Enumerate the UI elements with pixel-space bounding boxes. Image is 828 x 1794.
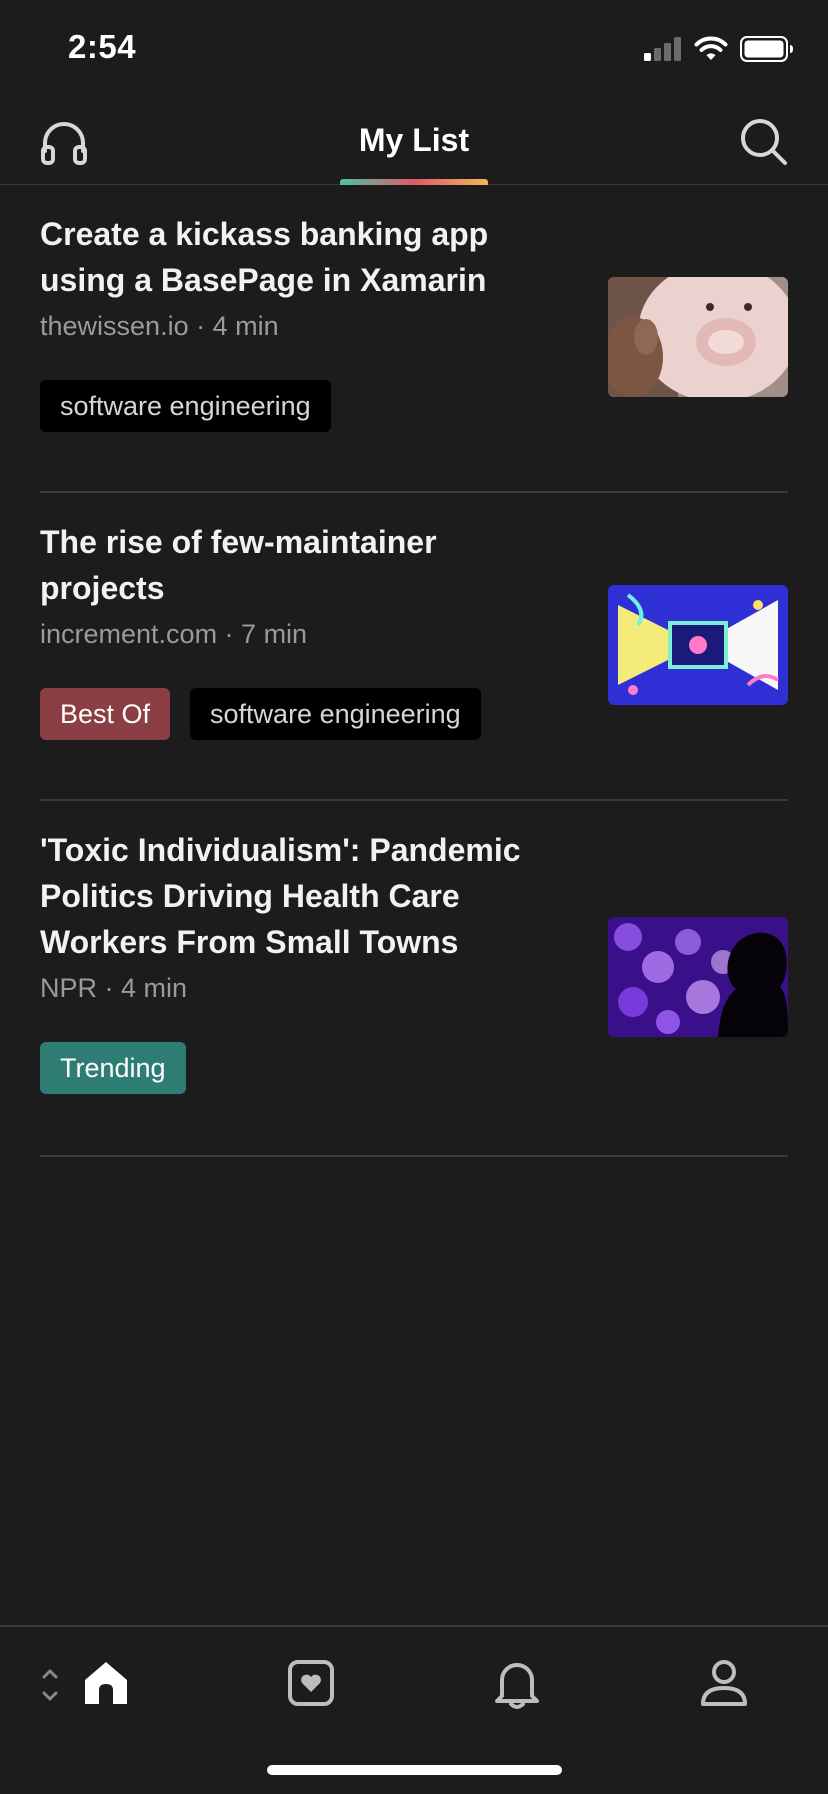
notifications-icon (495, 1663, 539, 1709)
tag-software-engineering[interactable]: software engineering (190, 688, 481, 740)
wifi-icon (694, 36, 728, 60)
list-item[interactable]: Create a kickass banking app using a Bas… (40, 185, 788, 493)
status-time: 2:54 (68, 28, 137, 65)
article-thumbnail[interactable] (608, 585, 788, 705)
piggy-bank-image (608, 277, 788, 397)
list-item[interactable]: The rise of few-maintainer projects incr… (40, 493, 788, 801)
search-icon (741, 119, 787, 165)
nav-notifications[interactable] (487, 1653, 547, 1713)
tag-list: Trending (40, 1042, 788, 1094)
article-title[interactable]: Create a kickass banking app using a Bas… (40, 211, 560, 303)
abstract-illustration-image (608, 585, 788, 705)
page-title: My List (358, 122, 470, 158)
article-title[interactable]: The rise of few-maintainer projects (40, 519, 560, 611)
profile-icon (701, 1660, 747, 1706)
home-indicator[interactable] (267, 1765, 562, 1775)
status-icons (644, 36, 794, 62)
top-bar: My List (0, 100, 828, 185)
nav-profile[interactable] (694, 1653, 754, 1713)
expand-toggle[interactable] (40, 1663, 60, 1707)
tag-trending[interactable]: Trending (40, 1042, 186, 1094)
tag-software-engineering[interactable]: software engineering (40, 380, 331, 432)
article-title[interactable]: 'Toxic Individualism': Pandemic Politics… (40, 827, 560, 965)
battery-icon (740, 36, 793, 62)
bokeh-silhouette-image (608, 917, 788, 1037)
article-thumbnail[interactable] (608, 277, 788, 397)
tag-best-of[interactable]: Best Of (40, 688, 171, 740)
nav-home[interactable] (76, 1653, 136, 1713)
status-bar: 2:54 (0, 0, 828, 100)
article-list: Create a kickass banking app using a Bas… (40, 185, 788, 1157)
cellular-signal-icon (644, 37, 681, 61)
search-button[interactable] (736, 114, 792, 170)
article-thumbnail[interactable] (608, 917, 788, 1037)
saves-icon (288, 1660, 334, 1706)
nav-saves[interactable] (281, 1653, 341, 1713)
chevron-up-down-icon (42, 1669, 58, 1701)
list-item[interactable]: 'Toxic Individualism': Pandemic Politics… (40, 801, 788, 1157)
home-icon (85, 1662, 127, 1704)
